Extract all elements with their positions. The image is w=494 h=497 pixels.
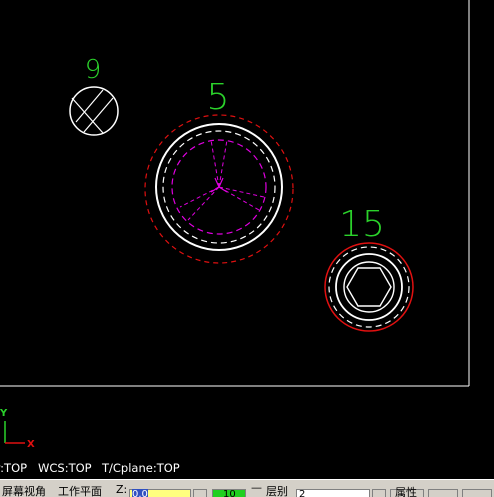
- axis-indicator: Y X: [0, 408, 35, 450]
- view-status-line: v:TOP WCS:TOP T/Cplane:TOP: [0, 458, 494, 479]
- level-value: 10: [223, 489, 236, 497]
- z-dropdown-button[interactable]: [193, 489, 207, 497]
- work-plane-button[interactable]: 工作平面: [58, 483, 102, 497]
- properties-label: 属性: [395, 486, 417, 497]
- hole-15[interactable]: [324, 242, 414, 332]
- layer-dropdown-button[interactable]: [372, 489, 386, 497]
- wcs-status: WCS:TOP: [38, 461, 92, 475]
- hole-label-9: 9: [85, 55, 102, 85]
- hole-9[interactable]: [69, 86, 119, 136]
- hole-label-5: 5: [207, 77, 230, 118]
- z-label: Z:: [116, 483, 128, 496]
- z-depth-field[interactable]: 0.0: [129, 489, 191, 497]
- layer-value: 2: [299, 489, 306, 497]
- bottom-status-bar: 屏幕视角 工作平面 Z: 0.0 10 — 层别 2 属性: [0, 479, 494, 497]
- tcplane-status: T/Cplane:TOP: [102, 461, 180, 475]
- hole-label-15: 15: [339, 204, 385, 245]
- screen-view-button[interactable]: 屏幕视角: [2, 483, 46, 497]
- axis-x-label: X: [27, 439, 35, 450]
- properties-button[interactable]: 属性: [390, 486, 424, 497]
- axis-y-label: Y: [0, 408, 8, 419]
- dash-separator: —: [251, 481, 262, 494]
- layer-label[interactable]: 层别: [266, 483, 288, 497]
- layer-field[interactable]: 2: [296, 489, 370, 497]
- z-value: 0.0: [132, 489, 148, 497]
- attribute-box-2[interactable]: [462, 489, 492, 497]
- graphics-viewport[interactable]: 9 5 15 Y X: [0, 0, 494, 458]
- view-status: v:TOP: [0, 461, 28, 475]
- level-color-field[interactable]: 10: [212, 489, 246, 497]
- drawing-canvas[interactable]: 9 5 15 Y X: [0, 0, 494, 458]
- attribute-box-1[interactable]: [428, 489, 458, 497]
- hole-5[interactable]: [144, 114, 294, 264]
